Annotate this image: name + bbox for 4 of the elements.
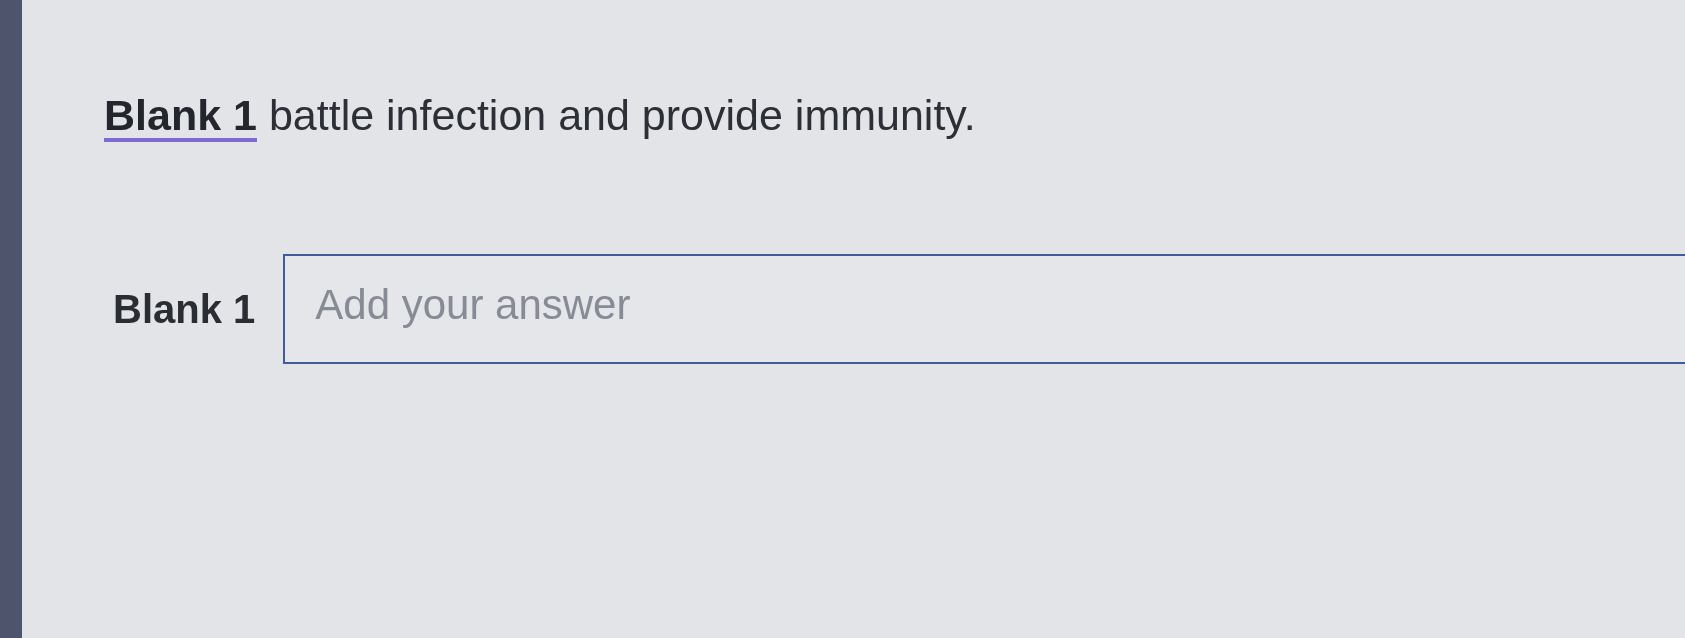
answer-field[interactable]: Add your answer xyxy=(283,254,1685,364)
blank-label: Blank 1 xyxy=(113,286,256,332)
question-text: Blank 1 battle infection and provide immunity. xyxy=(104,90,976,142)
blank-link[interactable]: Blank 1 xyxy=(104,92,257,142)
